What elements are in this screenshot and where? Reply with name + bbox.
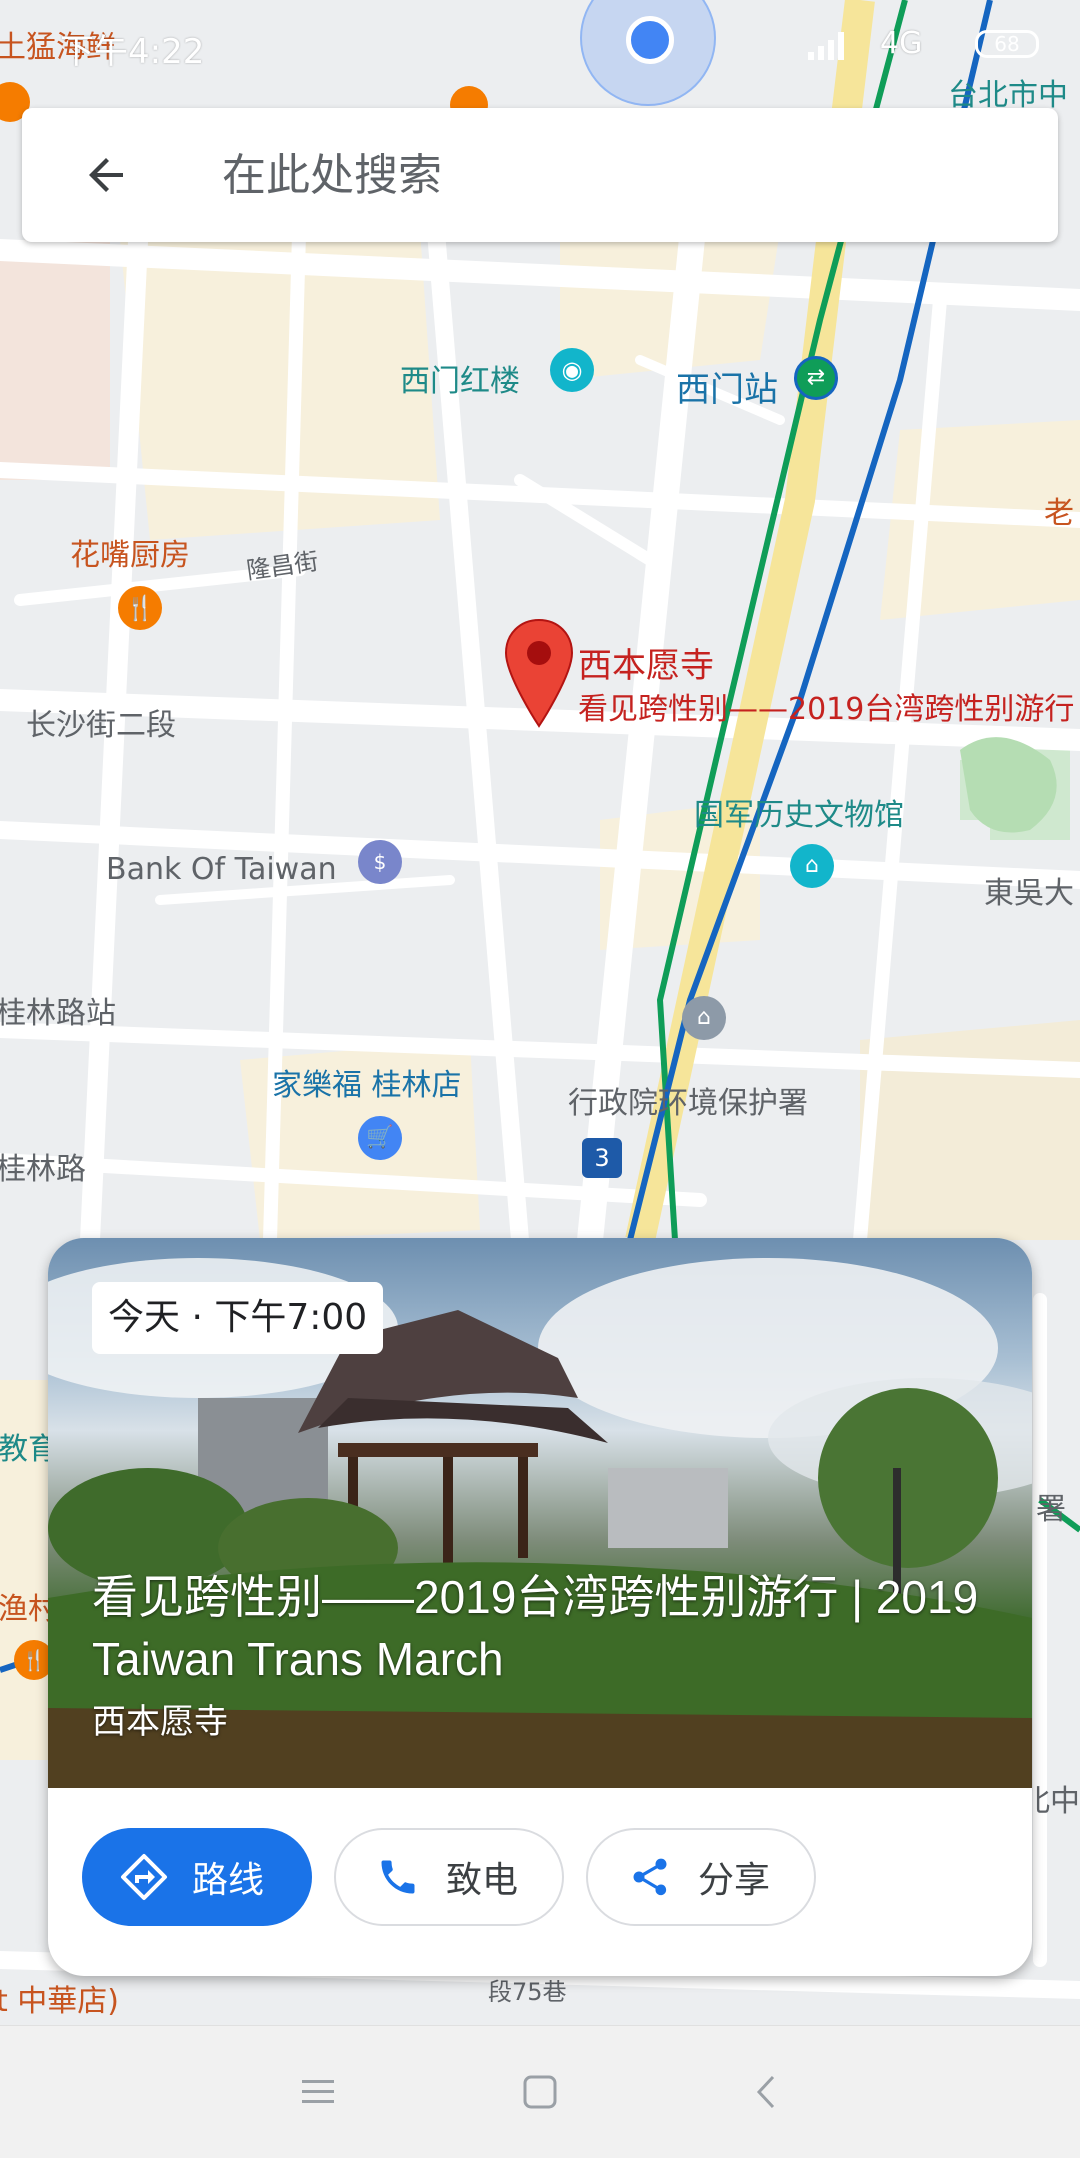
home-button[interactable] xyxy=(510,2062,570,2122)
home-square-icon xyxy=(523,2075,557,2109)
restaurant-icon[interactable]: 🍴 xyxy=(118,586,162,630)
government-icon[interactable]: ⌂ xyxy=(682,996,726,1040)
event-time-badge: 今天 · 下午7:00 xyxy=(92,1282,384,1354)
network-type: 4G xyxy=(880,26,923,61)
place-name: 西本愿寺 xyxy=(92,1702,228,1742)
system-nav-bar xyxy=(0,2025,1080,2158)
map-label-bank: Bank Of Taiwan xyxy=(106,852,337,887)
map-label-guilin-road: 桂林路 xyxy=(0,1152,86,1187)
map-label-guilin-stop: 桂林路站 xyxy=(0,996,116,1031)
back-button[interactable] xyxy=(72,140,142,210)
shopping-cart-icon[interactable]: 🛒 xyxy=(358,1116,402,1160)
map-label-zhonghua-store: t 中華店) xyxy=(0,1984,120,2019)
ximen-station-icon[interactable]: ⇄ xyxy=(794,356,838,400)
pin-event-label[interactable]: 看见跨性别——2019台湾跨性别游行 xyxy=(578,684,1074,728)
map-label-carrefour: 家樂福 桂林店 xyxy=(272,1068,462,1103)
call-button[interactable]: 致电 xyxy=(334,1828,564,1926)
directions-icon xyxy=(120,1853,168,1901)
chevron-left-icon xyxy=(756,2075,775,2109)
map-label-lao: 老 xyxy=(1044,496,1074,531)
directions-label: 路线 xyxy=(192,1860,265,1901)
map-label-museum: 国军历史文物馆 xyxy=(694,798,904,833)
signal-icon xyxy=(808,30,848,64)
event-title: 看见跨性别——2019台湾跨性别游行 | 2019 Taiwan Trans M… xyxy=(92,1571,979,1685)
battery-icon: 68 xyxy=(975,30,1039,58)
recent-apps-button[interactable] xyxy=(288,2062,348,2122)
phone-icon xyxy=(374,1853,422,1901)
share-icon xyxy=(626,1853,674,1901)
back-arrow-icon xyxy=(89,158,123,192)
search-bar xyxy=(22,108,1058,242)
share-button[interactable]: 分享 xyxy=(586,1828,816,1926)
share-label: 分享 xyxy=(698,1860,771,1901)
map-label-dongwu: 東吳大 xyxy=(984,876,1074,911)
museum-icon[interactable]: ⌂ xyxy=(790,844,834,888)
map-label-huazui-kitchen: 花嘴厨房 xyxy=(70,538,190,573)
directions-button[interactable]: 路线 xyxy=(82,1828,312,1926)
map-label-epa: 行政院环境保护署 xyxy=(568,1086,808,1121)
bank-icon[interactable]: $ xyxy=(358,840,402,884)
status-bar: 下午4:22 4G 68 xyxy=(0,0,1080,88)
pin-name-label[interactable]: 西本愿寺 xyxy=(578,638,714,687)
ximen-red-house-icon[interactable]: ◉ xyxy=(550,348,594,392)
map-label-shu: 署 xyxy=(1036,1492,1066,1527)
menu-icon xyxy=(302,2080,334,2103)
search-input[interactable] xyxy=(222,138,1002,212)
place-card[interactable]: 今天 · 下午7:00 看见跨性别——2019台湾跨性别游行 | 2019 Ta… xyxy=(48,1238,1032,1976)
status-time: 下午4:22 xyxy=(60,32,205,72)
map-label-changsha-street: 长沙街二段 xyxy=(26,708,176,743)
place-photo[interactable]: 今天 · 下午7:00 看见跨性别——2019台湾跨性别游行 | 2019 Ta… xyxy=(48,1238,1032,1788)
call-label: 致电 xyxy=(446,1860,519,1901)
location-pin[interactable] xyxy=(504,618,574,728)
map-label-ximen-station: 西门站 xyxy=(676,370,778,410)
map-label-lane75: 段75巷 xyxy=(488,1978,567,2006)
system-back-button[interactable] xyxy=(736,2062,796,2122)
map-label-ximen-red-house: 西门红楼 xyxy=(400,364,520,399)
road-shield: 3 xyxy=(582,1138,622,1178)
